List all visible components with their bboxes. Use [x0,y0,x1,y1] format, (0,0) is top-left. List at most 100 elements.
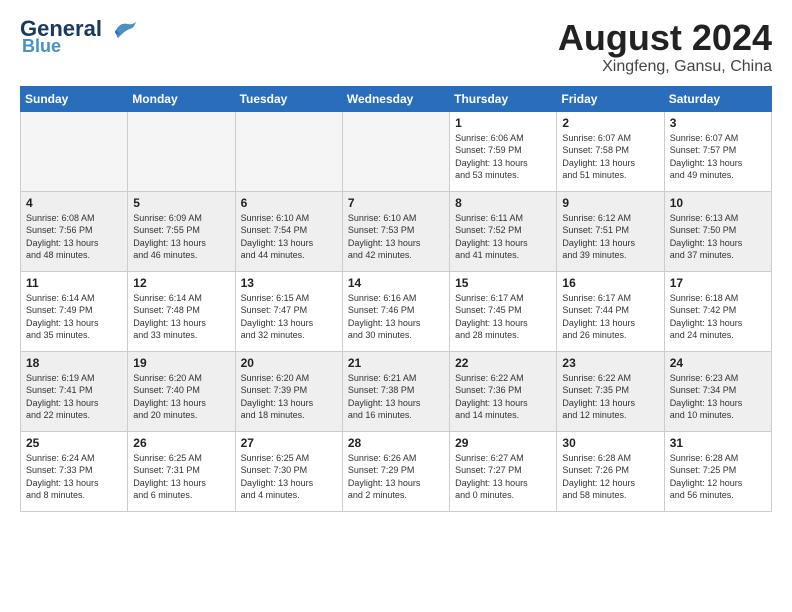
day-number: 29 [455,436,551,450]
day-info: Sunrise: 6:10 AMSunset: 7:54 PMDaylight:… [241,212,337,262]
day-number: 20 [241,356,337,370]
day-info: Sunrise: 6:11 AMSunset: 7:52 PMDaylight:… [455,212,551,262]
month-title: August 2024 [558,18,772,58]
calendar-cell: 28 Sunrise: 6:26 AMSunset: 7:29 PMDayligh… [342,431,449,511]
calendar-cell: 11 Sunrise: 6:14 AMSunset: 7:49 PMDayligh… [21,271,128,351]
calendar-cell: 5Sunrise: 6:09 AMSunset: 7:55 PMDaylight… [128,191,235,271]
day-number: 26 [133,436,229,450]
calendar-cell [235,111,342,191]
calendar-cell: 10 Sunrise: 6:13 AMSunset: 7:50 PMDayligh… [664,191,771,271]
calendar-cell: 16 Sunrise: 6:17 AMSunset: 7:44 PMDayligh… [557,271,664,351]
day-number: 9 [562,196,658,210]
weekday-header-row: SundayMondayTuesdayWednesdayThursdayFrid… [21,86,772,111]
weekday-wednesday: Wednesday [342,86,449,111]
calendar-cell [128,111,235,191]
day-info: Sunrise: 6:18 AMSunset: 7:42 PMDaylight:… [670,292,766,342]
day-number: 22 [455,356,551,370]
day-info: Sunrise: 6:07 AMSunset: 7:57 PMDaylight:… [670,132,766,182]
day-info: Sunrise: 6:22 AMSunset: 7:35 PMDaylight:… [562,372,658,422]
calendar-table: SundayMondayTuesdayWednesdayThursdayFrid… [20,86,772,512]
weekday-monday: Monday [128,86,235,111]
day-info: Sunrise: 6:22 AMSunset: 7:36 PMDaylight:… [455,372,551,422]
day-number: 8 [455,196,551,210]
logo-blue-text: Blue [22,36,61,57]
logo-bird-icon [110,20,138,40]
weekday-friday: Friday [557,86,664,111]
logo: General Blue [20,18,138,57]
calendar-cell: 19Sunrise: 6:20 AMSunset: 7:40 PMDayligh… [128,351,235,431]
calendar-cell: 26 Sunrise: 6:25 AMSunset: 7:31 PMDayligh… [128,431,235,511]
day-number: 12 [133,276,229,290]
day-info: Sunrise: 6:13 AMSunset: 7:50 PMDaylight:… [670,212,766,262]
day-info: Sunrise: 6:27 AMSunset: 7:27 PMDaylight:… [455,452,551,502]
calendar-cell: 24 Sunrise: 6:23 AMSunset: 7:34 PMDayligh… [664,351,771,431]
calendar-cell: 27Sunrise: 6:25 AMSunset: 7:30 PMDayligh… [235,431,342,511]
page: General Blue August 2024 Xingfeng, Gansu… [0,0,792,522]
day-number: 28 [348,436,444,450]
calendar-cell: 12 Sunrise: 6:14 AMSunset: 7:48 PMDayligh… [128,271,235,351]
day-info: Sunrise: 6:23 AMSunset: 7:34 PMDaylight:… [670,372,766,422]
day-number: 11 [26,276,122,290]
day-info: Sunrise: 6:25 AMSunset: 7:31 PMDaylight:… [133,452,229,502]
week-row-3: 11 Sunrise: 6:14 AMSunset: 7:49 PMDayligh… [21,271,772,351]
day-info: Sunrise: 6:14 AMSunset: 7:48 PMDaylight:… [133,292,229,342]
day-info: Sunrise: 6:06 AMSunset: 7:59 PMDaylight:… [455,132,551,182]
day-info: Sunrise: 6:14 AMSunset: 7:49 PMDaylight:… [26,292,122,342]
location-title: Xingfeng, Gansu, China [558,58,772,76]
week-row-1: 1Sunrise: 6:06 AMSunset: 7:59 PMDaylight… [21,111,772,191]
calendar-cell: 8 Sunrise: 6:11 AMSunset: 7:52 PMDaylight… [450,191,557,271]
day-info: Sunrise: 6:15 AMSunset: 7:47 PMDaylight:… [241,292,337,342]
weekday-sunday: Sunday [21,86,128,111]
calendar-cell: 18Sunrise: 6:19 AMSunset: 7:41 PMDayligh… [21,351,128,431]
calendar-cell: 20 Sunrise: 6:20 AMSunset: 7:39 PMDayligh… [235,351,342,431]
calendar-cell: 23Sunrise: 6:22 AMSunset: 7:35 PMDayligh… [557,351,664,431]
header: General Blue August 2024 Xingfeng, Gansu… [20,18,772,76]
day-number: 4 [26,196,122,210]
day-info: Sunrise: 6:21 AMSunset: 7:38 PMDaylight:… [348,372,444,422]
day-number: 25 [26,436,122,450]
calendar-cell: 4 Sunrise: 6:08 AMSunset: 7:56 PMDaylight… [21,191,128,271]
day-number: 2 [562,116,658,130]
calendar-cell: 14Sunrise: 6:16 AMSunset: 7:46 PMDayligh… [342,271,449,351]
weekday-saturday: Saturday [664,86,771,111]
calendar-cell: 30 Sunrise: 6:28 AMSunset: 7:26 PMDayligh… [557,431,664,511]
day-info: Sunrise: 6:07 AMSunset: 7:58 PMDaylight:… [562,132,658,182]
day-number: 6 [241,196,337,210]
calendar-cell: 1Sunrise: 6:06 AMSunset: 7:59 PMDaylight… [450,111,557,191]
day-number: 21 [348,356,444,370]
calendar-cell: 31 Sunrise: 6:28 AMSunset: 7:25 PMDayligh… [664,431,771,511]
calendar-cell: 6 Sunrise: 6:10 AMSunset: 7:54 PMDaylight… [235,191,342,271]
day-number: 15 [455,276,551,290]
calendar-cell: 7Sunrise: 6:10 AMSunset: 7:53 PMDaylight… [342,191,449,271]
calendar-cell: 15 Sunrise: 6:17 AMSunset: 7:45 PMDayligh… [450,271,557,351]
day-info: Sunrise: 6:25 AMSunset: 7:30 PMDaylight:… [241,452,337,502]
day-number: 24 [670,356,766,370]
week-row-5: 25Sunrise: 6:24 AMSunset: 7:33 PMDayligh… [21,431,772,511]
day-info: Sunrise: 6:17 AMSunset: 7:45 PMDaylight:… [455,292,551,342]
calendar-cell: 22 Sunrise: 6:22 AMSunset: 7:36 PMDayligh… [450,351,557,431]
calendar-cell: 13 Sunrise: 6:15 AMSunset: 7:47 PMDayligh… [235,271,342,351]
day-info: Sunrise: 6:19 AMSunset: 7:41 PMDaylight:… [26,372,122,422]
day-info: Sunrise: 6:10 AMSunset: 7:53 PMDaylight:… [348,212,444,262]
day-info: Sunrise: 6:08 AMSunset: 7:56 PMDaylight:… [26,212,122,262]
calendar-cell: 2 Sunrise: 6:07 AMSunset: 7:58 PMDaylight… [557,111,664,191]
day-number: 31 [670,436,766,450]
day-number: 10 [670,196,766,210]
day-info: Sunrise: 6:12 AMSunset: 7:51 PMDaylight:… [562,212,658,262]
day-number: 30 [562,436,658,450]
day-number: 14 [348,276,444,290]
week-row-4: 18Sunrise: 6:19 AMSunset: 7:41 PMDayligh… [21,351,772,431]
day-info: Sunrise: 6:17 AMSunset: 7:44 PMDaylight:… [562,292,658,342]
day-number: 17 [670,276,766,290]
day-number: 16 [562,276,658,290]
day-info: Sunrise: 6:26 AMSunset: 7:29 PMDaylight:… [348,452,444,502]
day-info: Sunrise: 6:20 AMSunset: 7:39 PMDaylight:… [241,372,337,422]
day-number: 13 [241,276,337,290]
weekday-tuesday: Tuesday [235,86,342,111]
day-info: Sunrise: 6:28 AMSunset: 7:25 PMDaylight:… [670,452,766,502]
day-number: 3 [670,116,766,130]
calendar-cell: 9 Sunrise: 6:12 AMSunset: 7:51 PMDaylight… [557,191,664,271]
day-info: Sunrise: 6:20 AMSunset: 7:40 PMDaylight:… [133,372,229,422]
calendar-cell: 29 Sunrise: 6:27 AMSunset: 7:27 PMDayligh… [450,431,557,511]
day-info: Sunrise: 6:28 AMSunset: 7:26 PMDaylight:… [562,452,658,502]
